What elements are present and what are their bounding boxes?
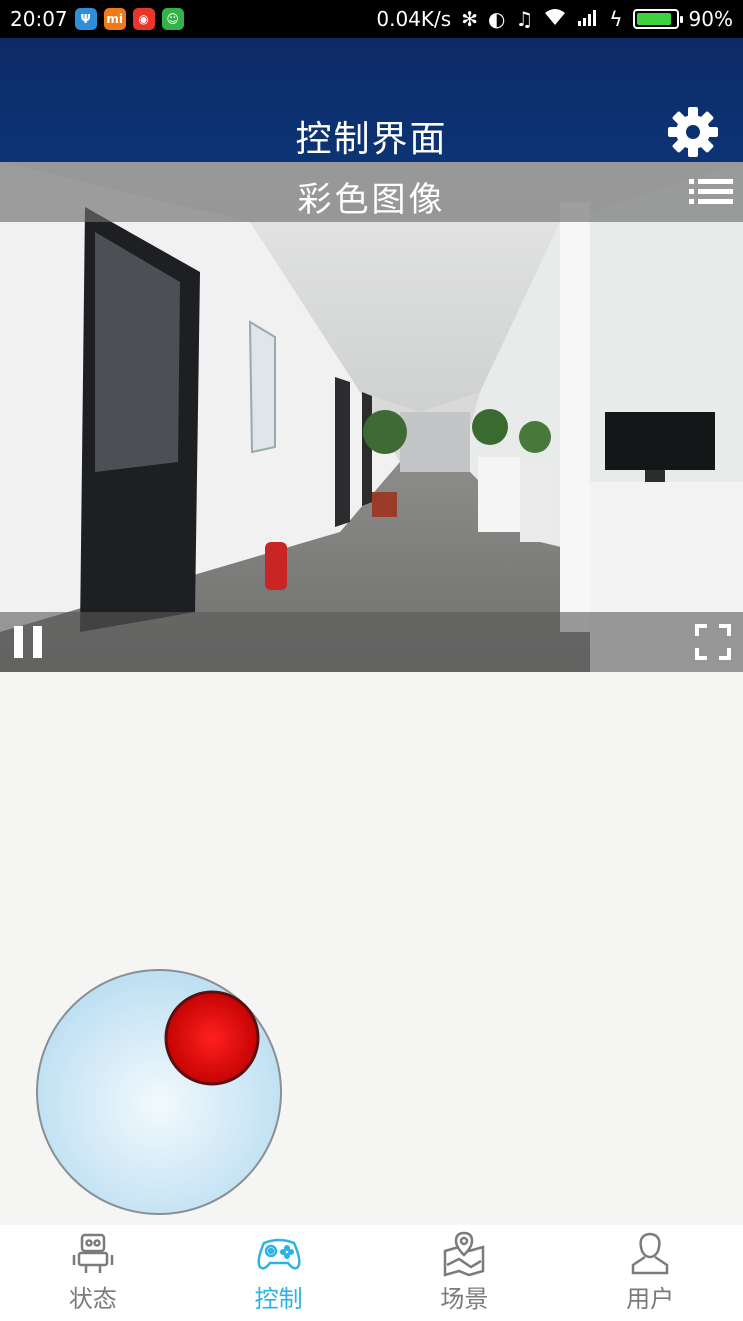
video-feed[interactable]: 彩色图像 [0, 162, 743, 672]
app-header: 控制界面 [0, 38, 743, 162]
nav-item-control[interactable]: 控制 [186, 1225, 372, 1321]
bluetooth-icon: ✻ [461, 7, 478, 31]
pause-icon [14, 626, 42, 658]
control-area [0, 672, 743, 1225]
nav-label-control: 控制 [254, 1285, 303, 1313]
nav-item-status[interactable]: 状态 [0, 1225, 186, 1321]
page-title: 控制界面 [295, 119, 448, 160]
android-icon: ☺ [161, 8, 184, 30]
charging-icon: ϟ [609, 7, 623, 31]
nav-label-user: 用户 [626, 1285, 675, 1313]
video-title-bar: 彩色图像 [0, 162, 743, 222]
joystick[interactable] [35, 968, 283, 1216]
nav-item-user[interactable]: 用户 [557, 1225, 743, 1321]
bottom-nav: 状态 控制 场景 用户 [0, 1225, 743, 1321]
map-icon [444, 1231, 485, 1277]
battery-percent: 90% [688, 7, 733, 31]
signal-icon [577, 7, 599, 31]
status-right: 0.04K/s ✻ ◐ ♫ ϟ 90% [376, 7, 733, 32]
camera-image [0, 162, 743, 672]
nav-label-status: 状态 [68, 1285, 117, 1313]
pause-button[interactable] [12, 624, 46, 660]
stream-menu-button[interactable] [687, 176, 735, 208]
fullscreen-icon [695, 624, 731, 660]
settings-button[interactable] [667, 106, 719, 158]
mi-icon: mi [103, 8, 126, 30]
usb-icon: Ψ [74, 8, 97, 30]
joystick-knob[interactable] [164, 990, 260, 1086]
robot-icon [72, 1233, 114, 1273]
battery-icon [632, 9, 683, 29]
status-bar: 20:07 Ψ mi ◉ ☺ 0.04K/s ✻ ◐ ♫ ϟ 90% [0, 0, 743, 38]
joystick-graphic [36, 969, 282, 1215]
list-icon [689, 179, 733, 204]
network-speed: 0.04K/s [376, 7, 452, 31]
fullscreen-button[interactable] [695, 624, 731, 660]
clock: 20:07 [10, 7, 68, 31]
gear-icon [668, 107, 718, 157]
mute-bell-icon: ♫ [515, 7, 534, 31]
wifi-icon [543, 7, 567, 32]
nav-label-scene: 场景 [440, 1285, 489, 1313]
gamepad-icon [257, 1238, 301, 1270]
status-left: 20:07 Ψ mi ◉ ☺ [10, 7, 184, 31]
nav-item-scene[interactable]: 场景 [372, 1225, 558, 1321]
video-controls-bar [0, 612, 743, 672]
video-title: 彩色图像 [297, 180, 446, 220]
user-icon [631, 1232, 669, 1275]
vibrate-icon: ◐ [487, 7, 506, 31]
weibo-icon: ◉ [132, 8, 155, 30]
